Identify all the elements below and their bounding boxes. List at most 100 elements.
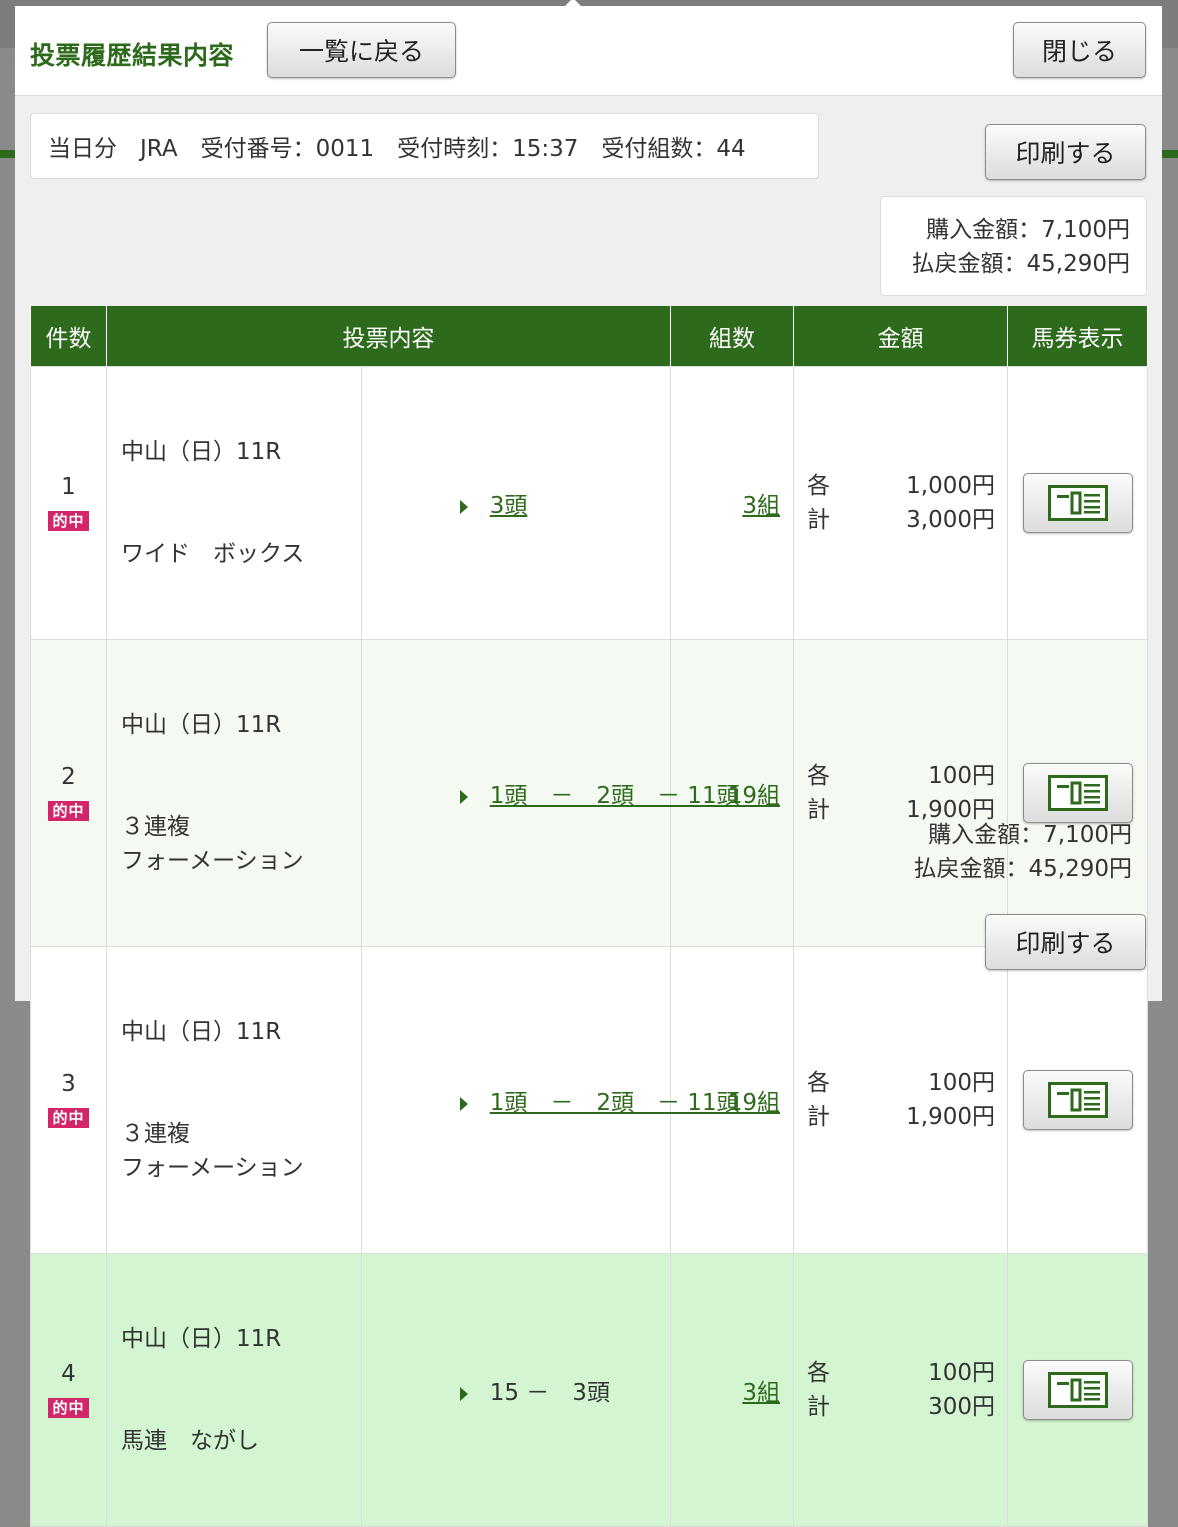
triangle-right-icon [459,1386,468,1401]
table-row: 3 的中 中山（日）11R ３連複 フォーメーション 1頭 － 2頭 － 11頭… [30,946,1148,1254]
ticket-button[interactable] [1022,1360,1133,1420]
header-ticket: 馬券表示 [1007,306,1148,367]
row-number: 4 [61,1361,76,1387]
race-name: 中山（日）11R [121,712,282,738]
payout-amount: 払戻金額：45,290円 [913,856,1132,882]
row-number-cell: 4 的中 [30,1253,107,1527]
total-label: 計 [807,507,830,533]
race-cell: 中山（日）11R ３連複 フォーメーション [106,639,362,947]
row-number: 3 [61,1071,76,1097]
table-row: 1 的中 中山（日）11R ワイド ボックス 3頭 3組 各 1,000円 計 … [30,366,1148,640]
selection-link[interactable]: 3頭 [490,493,528,519]
print-button-top[interactable]: 印刷する [985,124,1146,180]
total-amount: 3,000円 [906,507,995,533]
hit-badge: 的中 [48,801,89,821]
modal-title: 投票履歴結果内容 [30,41,235,70]
table-header-row: 件数 投票内容 組数 金額 馬券表示 [30,306,1148,367]
ticket-icon [1047,1082,1108,1118]
ticket-cell [1007,366,1148,640]
combos-link[interactable]: 3組 [742,1380,780,1406]
each-amount: 100円 [928,763,995,789]
ticket-button[interactable] [1022,763,1133,823]
combos-link[interactable]: 19組 [728,1090,780,1116]
hit-badge: 的中 [48,1108,89,1128]
amount-cell: 各 1,000円 計 3,000円 [793,366,1008,640]
purchase-amount: 購入金額：7,100円 [928,822,1132,848]
combos-link[interactable]: 3組 [742,493,780,519]
combos-cell: 3組 [670,366,794,640]
ticket-icon [1047,485,1108,521]
selection-link[interactable]: 1頭 － 2頭 － 11頭 [490,1090,740,1116]
total-amount: 1,900円 [906,1104,995,1130]
race-name: 中山（日）11R [121,439,282,465]
each-label: 各 [807,763,830,789]
bet-type: ワイド ボックス [121,541,305,567]
each-label: 各 [807,1360,830,1386]
selection-cell: 3頭 [361,366,671,640]
selection-text: 15 － 3頭 [489,1380,610,1406]
each-label: 各 [807,1070,830,1096]
bet-history-modal: 投票履歴結果内容 一覧に戻る 閉じる 当日分 JRA 受付番号：0011 受付時… [15,0,1162,1527]
amount-cell: 各 100円 計 300円 [793,1253,1008,1527]
amount-summary-bottom: 購入金額：7,100円 払戻金額：45,290円 [914,818,1132,886]
bet-type: 馬連 ながし [121,1428,259,1454]
close-button[interactable]: 閉じる [1013,22,1146,78]
row-number: 1 [61,474,76,500]
ticket-cell [1007,946,1148,1254]
row-number-cell: 1 的中 [30,366,107,640]
header-amount: 金額 [793,306,1008,367]
hit-badge: 的中 [48,1398,89,1418]
background-accent-left [0,150,16,158]
payout-amount: 払戻金額：45,290円 [911,251,1130,277]
selection-cell: 1頭 － 2頭 － 11頭 [361,946,740,1254]
selection-cell: 1頭 － 2頭 － 11頭 [361,639,740,947]
total-label: 計 [807,1394,830,1420]
back-to-list-button[interactable]: 一覧に戻る [267,22,456,78]
ticket-button[interactable] [1022,473,1133,533]
bet-table-container: 件数 投票内容 組数 金額 馬券表示 1 的中 中山（日）11R ワイド ボック… [30,306,1148,1527]
selection-link[interactable]: 1頭 － 2頭 － 11頭 [490,783,740,809]
ticket-cell [1007,1253,1148,1527]
each-label: 各 [807,473,830,499]
total-label: 計 [807,797,830,823]
selection-cell: 15 － 3頭 [361,1253,671,1527]
header-content: 投票内容 [106,306,671,367]
total-amount: 300円 [928,1394,995,1420]
each-amount: 100円 [928,1360,995,1386]
row-number: 2 [61,764,76,790]
combos-cell: 3組 [670,1253,794,1527]
header-combos: 組数 [670,306,794,367]
race-name: 中山（日）11R [121,1326,282,1352]
hit-badge: 的中 [48,511,89,531]
race-cell: 中山（日）11R ワイド ボックス [106,366,362,640]
print-button-bottom[interactable]: 印刷する [985,914,1146,970]
race-cell: 中山（日）11R ３連複 フォーメーション [106,946,362,1254]
table-row: 2 的中 中山（日）11R ３連複 フォーメーション 1頭 － 2頭 － 11頭… [30,639,1148,947]
modal-header: 投票履歴結果内容 一覧に戻る 閉じる [15,6,1162,96]
ticket-icon [1047,775,1108,811]
row-number-cell: 2 的中 [30,639,107,947]
race-name: 中山（日）11R [121,1019,282,1045]
amount-cell: 各 100円 計 1,900円 [793,946,1008,1254]
bet-type: ３連複 フォーメーション [121,1121,304,1181]
ticket-icon [1047,1372,1108,1408]
triangle-right-icon [459,1096,468,1111]
bet-table: 件数 投票内容 組数 金額 馬券表示 1 的中 中山（日）11R ワイド ボック… [30,306,1148,1527]
amount-cell: 各 100円 計 1,900円 [793,639,1008,947]
row-number-cell: 3 的中 [30,946,107,1254]
header-count: 件数 [30,306,107,367]
receipt-info: 当日分 JRA 受付番号：0011 受付時刻：15:37 受付組数：44 [30,113,819,179]
each-amount: 1,000円 [906,473,995,499]
amount-summary-top: 購入金額：7,100円 払戻金額：45,290円 [880,196,1147,296]
triangle-right-icon [459,789,468,804]
total-label: 計 [807,1104,830,1130]
combos-link[interactable]: 19組 [728,783,780,809]
background-accent-right [1162,150,1178,158]
ticket-cell [1007,639,1148,947]
race-cell: 中山（日）11R 馬連 ながし [106,1253,362,1527]
purchase-amount: 購入金額：7,100円 [926,217,1130,243]
ticket-button[interactable] [1022,1070,1133,1130]
table-row: 4 的中 中山（日）11R 馬連 ながし 15 － 3頭 3組 各 100円 計… [30,1253,1148,1527]
triangle-right-icon [459,499,468,514]
bet-type: ３連複 フォーメーション [121,814,304,874]
